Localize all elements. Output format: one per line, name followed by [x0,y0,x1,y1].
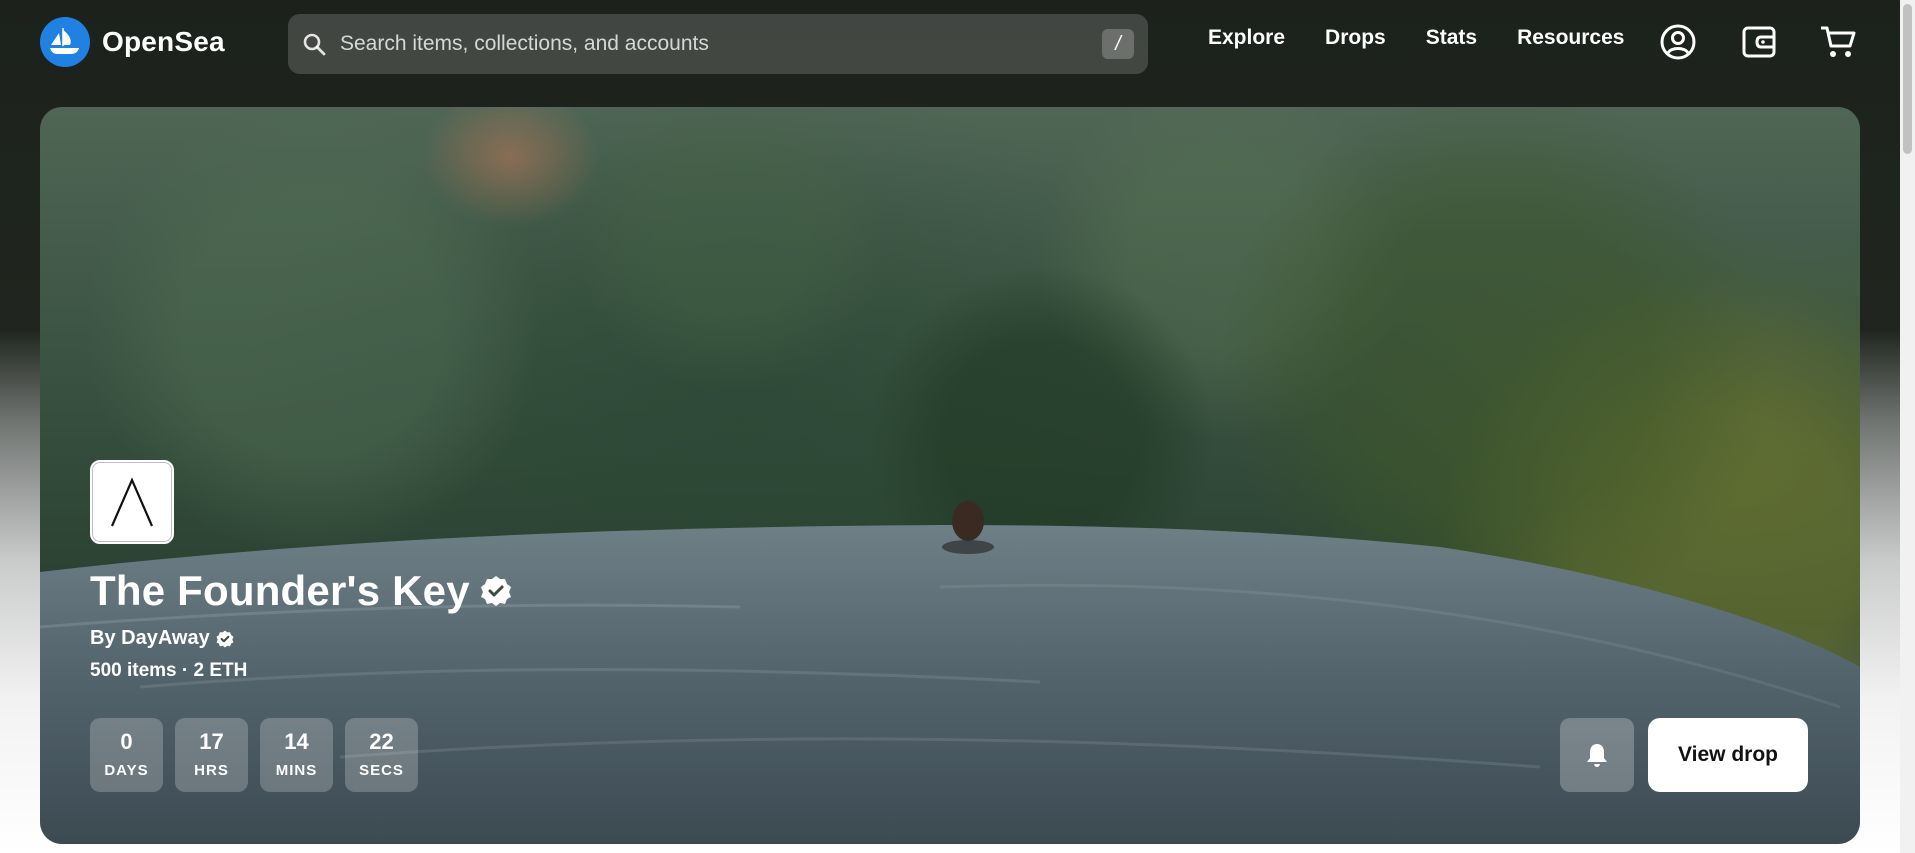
collection-title[interactable]: The Founder's Key [90,567,470,615]
search-bar[interactable]: / [288,14,1148,74]
nav-stats[interactable]: Stats [1426,26,1477,50]
lambda-logo-icon [110,477,154,527]
opensea-logo[interactable]: OpenSea [40,17,225,67]
drop-meta: 500 items · 2 ETH [90,660,248,681]
search-icon [302,30,330,58]
countdown-timer: 0 DAYS 17 HRS 14 MINS 22 SECS [90,718,418,792]
creator-verified-icon [216,630,234,647]
countdown-value: 14 [284,729,309,754]
countdown-label: SECS [359,762,404,779]
cart-icon[interactable] [1816,19,1860,65]
view-drop-button[interactable]: View drop [1648,718,1808,792]
title-row: The Founder's Key [90,567,512,615]
verified-badge-icon [480,576,511,606]
countdown-seconds: 22 SECS [345,718,418,792]
wallet-icon[interactable] [1737,19,1781,65]
main-nav: Explore Drops Stats Resources [1208,26,1624,50]
countdown-hours: 17 HRS [175,718,248,792]
countdown-label: DAYS [104,762,149,779]
page-scrollbar[interactable] [1900,0,1915,853]
notify-bell-button[interactable] [1560,718,1634,792]
countdown-value: 22 [369,729,394,754]
creator-name[interactable]: By DayAway [90,627,210,650]
countdown-label: HRS [194,762,229,779]
countdown-value: 17 [199,729,224,754]
bell-icon [1587,744,1607,767]
nav-resources[interactable]: Resources [1517,26,1624,50]
countdown-label: MINS [275,762,318,779]
swimmer-figure [942,501,994,554]
creator-row: By DayAway [90,627,234,650]
nav-drops[interactable]: Drops [1325,26,1386,50]
countdown-value: 0 [120,729,133,754]
featured-drop-hero[interactable]: The Founder's Key By DayAway 500 items ·… [40,107,1860,844]
nav-explore[interactable]: Explore [1208,26,1285,50]
brand-name: OpenSea [102,26,225,57]
top-header: OpenSea / Explore Drops Stats Resources [0,0,1900,86]
opensea-ship-icon [40,17,90,67]
search-shortcut-key: / [1102,29,1134,59]
countdown-minutes: 14 MINS [260,718,333,792]
search-input[interactable] [338,31,1102,57]
scrollbar-thumb[interactable] [1903,4,1912,154]
countdown-days: 0 DAYS [90,718,163,792]
account-icon[interactable] [1656,19,1700,65]
collection-logo[interactable] [90,460,174,544]
